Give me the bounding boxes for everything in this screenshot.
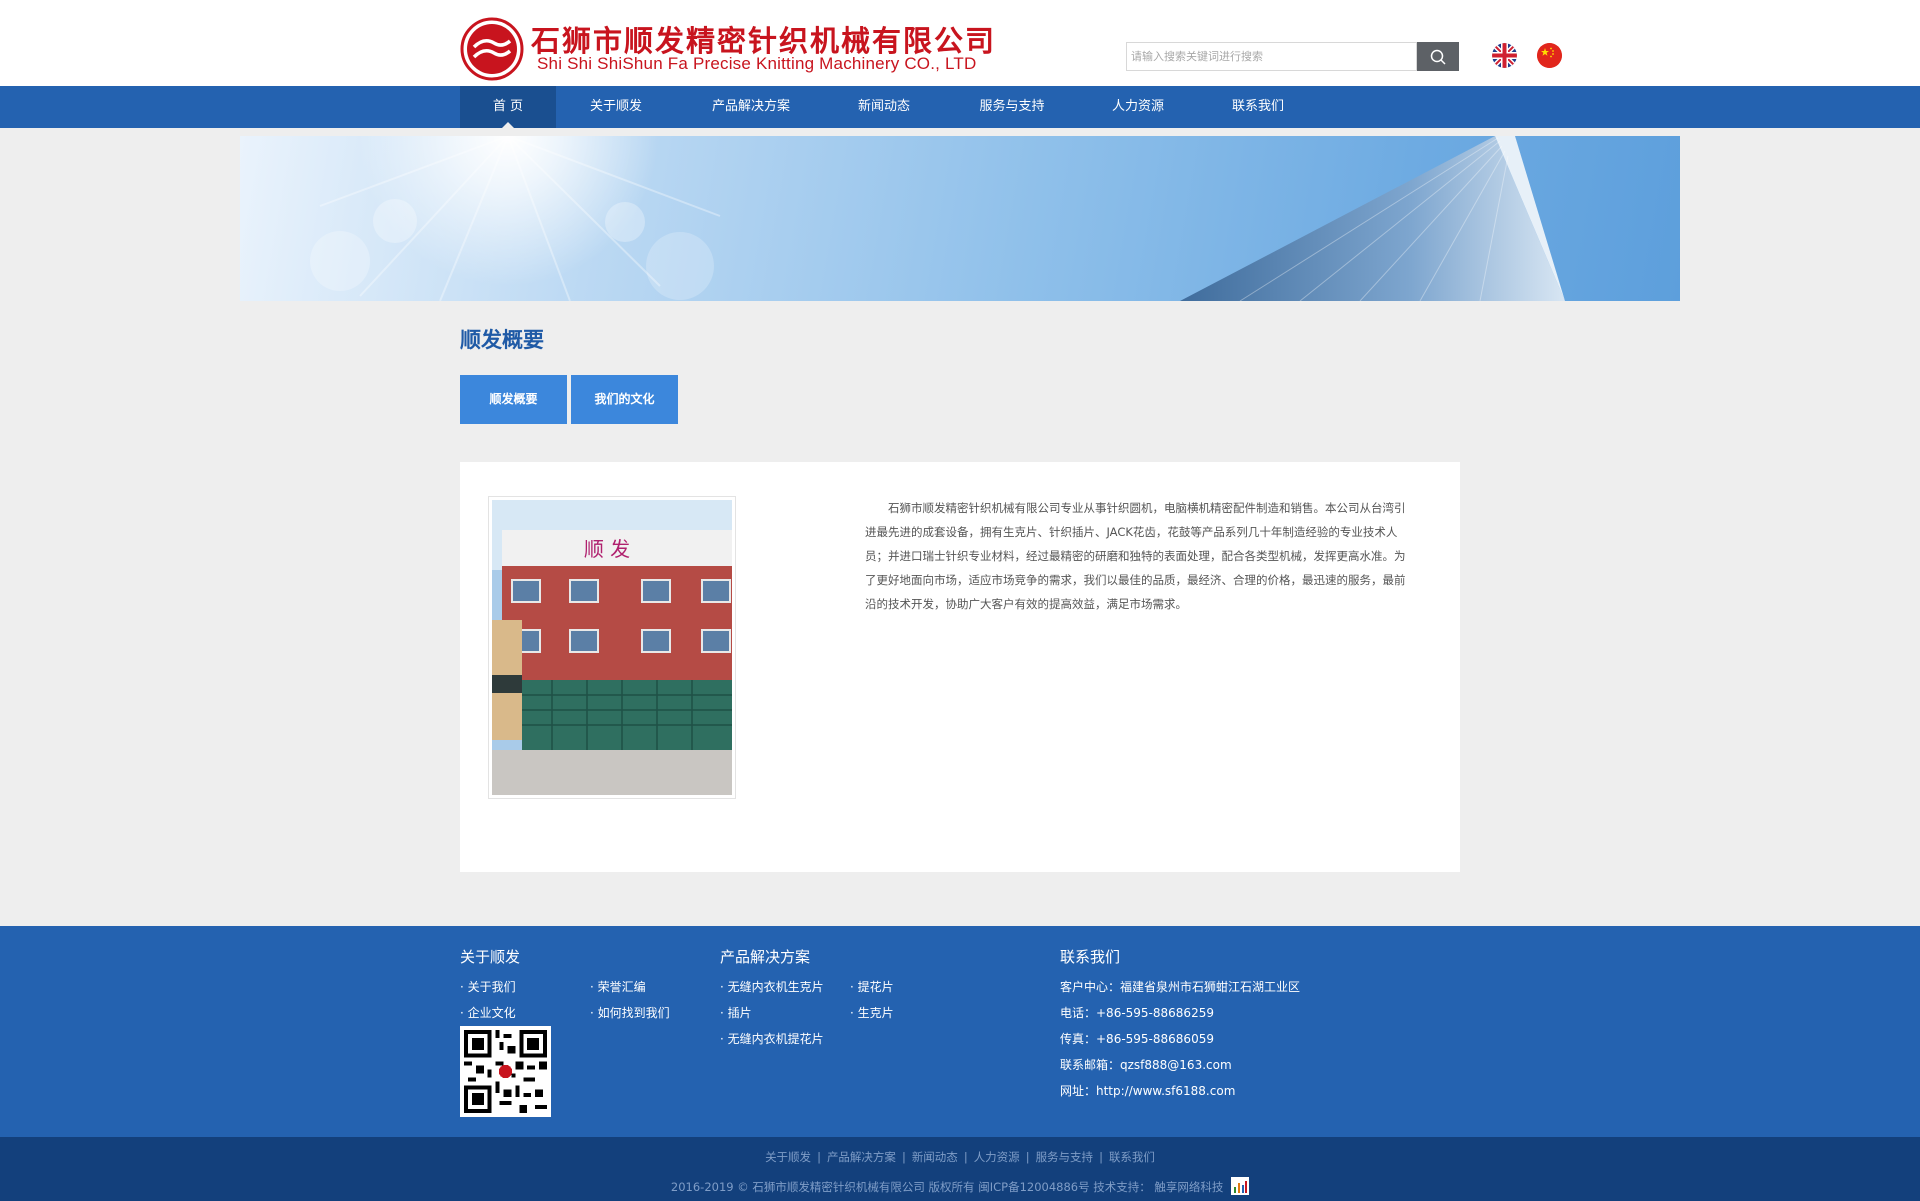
- sub-tabs: 顺发概要 我们的文化: [460, 375, 678, 424]
- site-header: 石狮市顺发精密针织机械有限公司 Shi Shi ShiShun Fa Preci…: [0, 0, 1920, 86]
- footer-address: 客户中心：福建省泉州市石狮蚶江石湖工业区: [1060, 980, 1301, 994]
- page-title: 顺发概要: [460, 328, 544, 352]
- footer-website[interactable]: 网址：http://www.sf6188.com: [1060, 1082, 1235, 1099]
- copyright-line: 2016-2019 © 石狮市顺发精密针织机械有限公司 版权所有 闽ICP备12…: [0, 1177, 1920, 1195]
- nav-item-news[interactable]: 新闻动态: [826, 86, 942, 128]
- footer-link-find-us[interactable]: · 如何找到我们: [590, 1004, 670, 1021]
- nav-item-home[interactable]: 首 页: [460, 86, 556, 128]
- stats-icon[interactable]: [1231, 1177, 1250, 1195]
- copyright-text: 2016-2019 © 石狮市顺发精密针织机械有限公司 版权所有 闽ICP备12…: [670, 1180, 1224, 1194]
- bottom-link-products[interactable]: 产品解决方案: [827, 1150, 896, 1164]
- nav-item-about[interactable]: 关于顺发: [556, 86, 676, 128]
- bottom-link-news[interactable]: 新闻动态: [912, 1150, 958, 1164]
- company-building-photo: 顺 发: [488, 496, 736, 799]
- bottom-link-hr[interactable]: 人力资源: [974, 1150, 1020, 1164]
- bottom-link-about[interactable]: 关于顺发: [765, 1150, 811, 1164]
- bar-stats-icon: [1234, 1181, 1248, 1193]
- bottom-bar: 关于顺发 | 产品解决方案 | 新闻动态 | 人力资源 | 服务与支持 | 联系我们 2016-20…: [0, 1137, 1920, 1201]
- nav-item-service[interactable]: 服务与支持: [942, 86, 1082, 128]
- uk-flag-icon[interactable]: [1492, 43, 1517, 68]
- tab-overview[interactable]: 顺发概要: [460, 375, 567, 424]
- bottom-link-contact[interactable]: 联系我们: [1109, 1150, 1155, 1164]
- nav-item-contact[interactable]: 联系我们: [1194, 86, 1322, 128]
- nav-item-hr[interactable]: 人力资源: [1082, 86, 1194, 128]
- nav-item-products[interactable]: 产品解决方案: [676, 86, 826, 128]
- footer-link-product-5[interactable]: · 无缝内衣机提花片: [720, 1030, 824, 1047]
- tab-culture[interactable]: 我们的文化: [571, 375, 678, 424]
- main-nav: 首 页 关于顺发 产品解决方案 新闻动态 服务与支持 人力资源 联系我们: [0, 86, 1920, 128]
- bottom-link-service[interactable]: 服务与支持: [1036, 1150, 1094, 1164]
- site-footer: 关于顺发 · 关于我们 · 荣誉汇编 · 企业文化 · 如何找到我们 产品解决方…: [0, 926, 1920, 1137]
- footer-link-product-1[interactable]: · 无缝内衣机生克片: [720, 978, 824, 995]
- footer-contact-title: 联系我们: [1060, 948, 1121, 966]
- qr-code-icon: [464, 1030, 547, 1113]
- china-flag-icon[interactable]: [1537, 43, 1562, 68]
- company-intro-text: 石狮市顺发精密针织机械有限公司专业从事针织圆机，电脑横机精密配件制造和销售。本公…: [865, 501, 1406, 611]
- building-image: 顺 发: [492, 500, 732, 795]
- footer-phone: 电话：+86-595-88686259: [1060, 1006, 1214, 1020]
- footer-link-about-us[interactable]: · 关于我们: [460, 978, 516, 995]
- footer-link-culture[interactable]: · 企业文化: [460, 1004, 516, 1021]
- banner-graphic: [310, 136, 1565, 301]
- footer-email[interactable]: 联系邮箱：qzsf888@163.com: [1060, 1056, 1232, 1073]
- company-name-en: Shi Shi ShiShun Fa Precise Knitting Mach…: [537, 54, 977, 73]
- footer-link-product-2[interactable]: · 提花片: [850, 978, 894, 995]
- company-logo-icon[interactable]: [460, 17, 524, 81]
- footer-link-honors[interactable]: · 荣誉汇编: [590, 978, 646, 995]
- nav-items: 首 页 关于顺发 产品解决方案 新闻动态 服务与支持 人力资源 联系我们: [460, 86, 1322, 128]
- hero-banner: [240, 136, 1680, 301]
- magnifier-icon: [1430, 49, 1446, 65]
- qr-code: [460, 1026, 551, 1117]
- footer-about-title: 关于顺发: [460, 948, 521, 966]
- search-button[interactable]: [1417, 42, 1459, 71]
- bottom-links: 关于顺发 | 产品解决方案 | 新闻动态 | 人力资源 | 服务与支持 | 联系我们: [765, 1150, 1155, 1164]
- search-input[interactable]: [1126, 42, 1417, 71]
- footer-products-title: 产品解决方案: [720, 948, 811, 966]
- footer-link-product-3[interactable]: · 插片: [720, 1004, 752, 1021]
- content-panel: 顺 发 石狮市顺发精密针织机械有限公司专业从事针织圆机，电脑横机精密配件制造和销…: [460, 462, 1460, 872]
- footer-fax: 传真：+86-595-88686059: [1060, 1032, 1214, 1046]
- photo-sign-text: 顺 发: [584, 537, 630, 561]
- footer-link-product-4[interactable]: · 生克片: [850, 1004, 894, 1021]
